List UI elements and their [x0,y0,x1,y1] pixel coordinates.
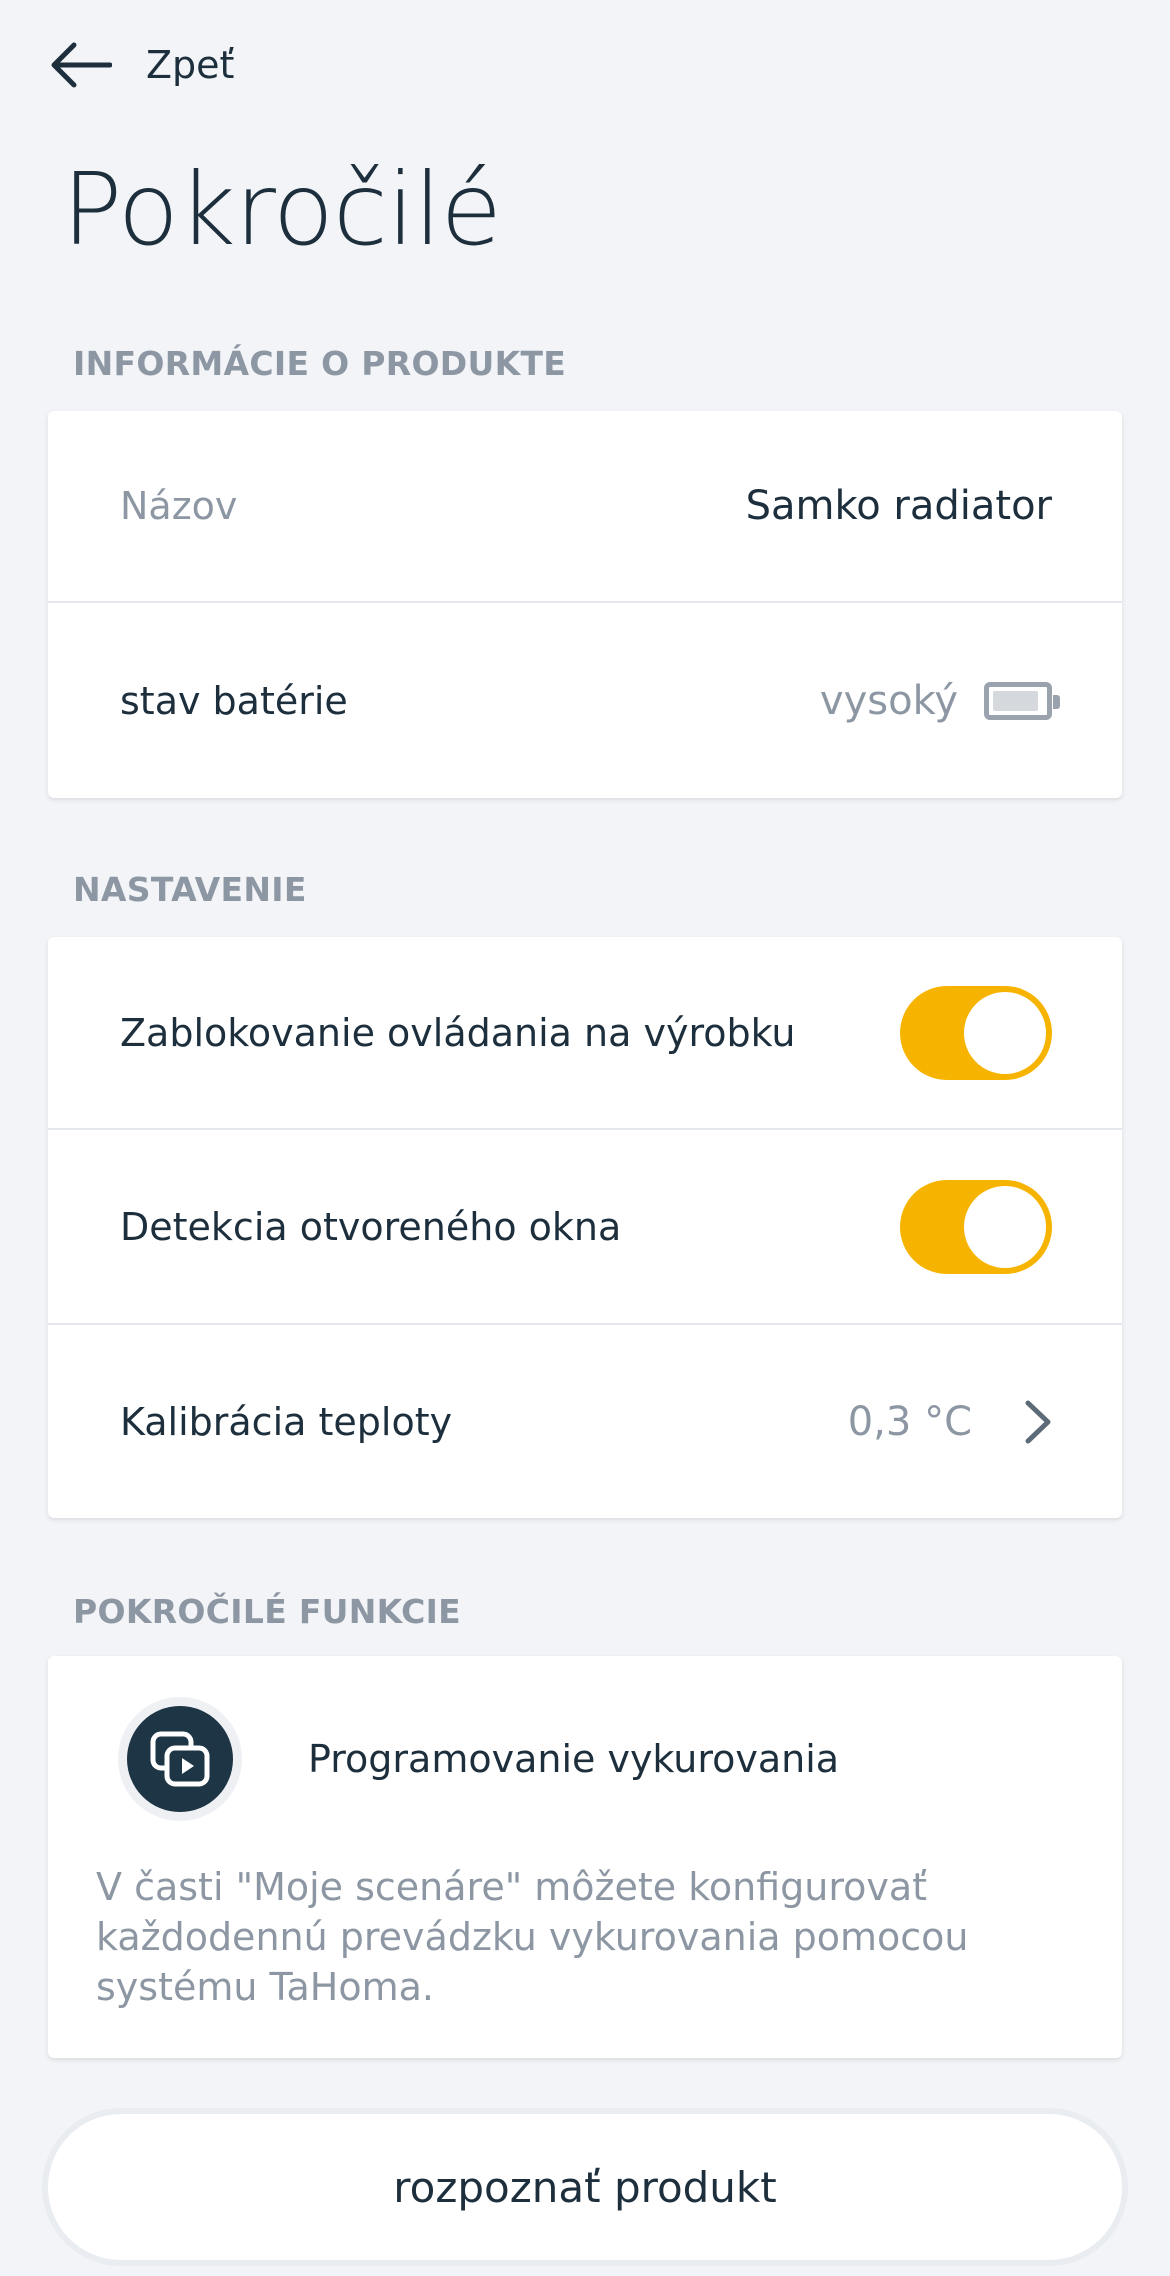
chevron-right-icon [1024,1399,1052,1445]
battery-value: vysoký [819,677,958,724]
advanced-features-card: Programovanie vykurovania V časti "Moje … [48,1656,1122,2058]
temperature-calibration-label: Kalibrácia teploty [120,1399,453,1444]
product-info-card: Názov Samko radiator stav batérie vysoký [48,411,1122,798]
scenario-icon [127,1706,233,1812]
section-header-settings: NASTAVENIE [73,870,307,909]
battery-row: stav batérie vysoký [48,603,1122,798]
battery-label: stav batérie [120,678,348,723]
temperature-calibration-row[interactable]: Kalibrácia teploty 0,3 °C [48,1325,1122,1518]
window-detection-toggle[interactable] [900,1179,1052,1274]
window-detection-label: Detekcia otvoreného okna [120,1204,622,1249]
name-value: Samko radiator [745,483,1052,529]
feature-icon-wrapper [118,1697,242,1821]
feature-title: Programovanie vykurovania [308,1737,840,1781]
section-header-advanced: POKROČILÉ FUNKCIE [73,1592,462,1631]
arrow-left-icon [50,42,112,88]
window-detection-row: Detekcia otvoreného okna [48,1130,1122,1325]
name-row: Názov Samko radiator [48,411,1122,603]
battery-icon [984,681,1060,720]
name-label: Názov [120,484,238,528]
page-title: Pokročilé [62,151,502,268]
section-header-product-info: INFORMÁCIE O PRODUKTE [73,344,567,383]
back-label: Zpeť [146,43,235,87]
lock-controls-label: Zablokovanie ovládania na výrobku [120,1010,796,1055]
back-button[interactable]: Zpeť [50,30,234,100]
temperature-calibration-value: 0,3 °C [847,1398,972,1445]
settings-card: Zablokovanie ovládania na výrobku Detekc… [48,937,1122,1518]
lock-controls-row: Zablokovanie ovládania na výrobku [48,937,1122,1130]
lock-controls-toggle[interactable] [900,985,1052,1080]
advanced-settings-screen: Zpeť Pokročilé INFORMÁCIE O PRODUKTE Náz… [0,0,1170,2276]
toggle-knob [964,1185,1046,1268]
heating-programming-feature[interactable]: Programovanie vykurovania [48,1656,1122,1826]
feature-description: V časti "Moje scenáre" môžete konfigurov… [96,1865,969,2009]
toggle-knob [964,991,1046,1074]
identify-product-button[interactable]: rozpoznať produkt [42,2108,1128,2266]
battery-level-fill [993,690,1038,711]
